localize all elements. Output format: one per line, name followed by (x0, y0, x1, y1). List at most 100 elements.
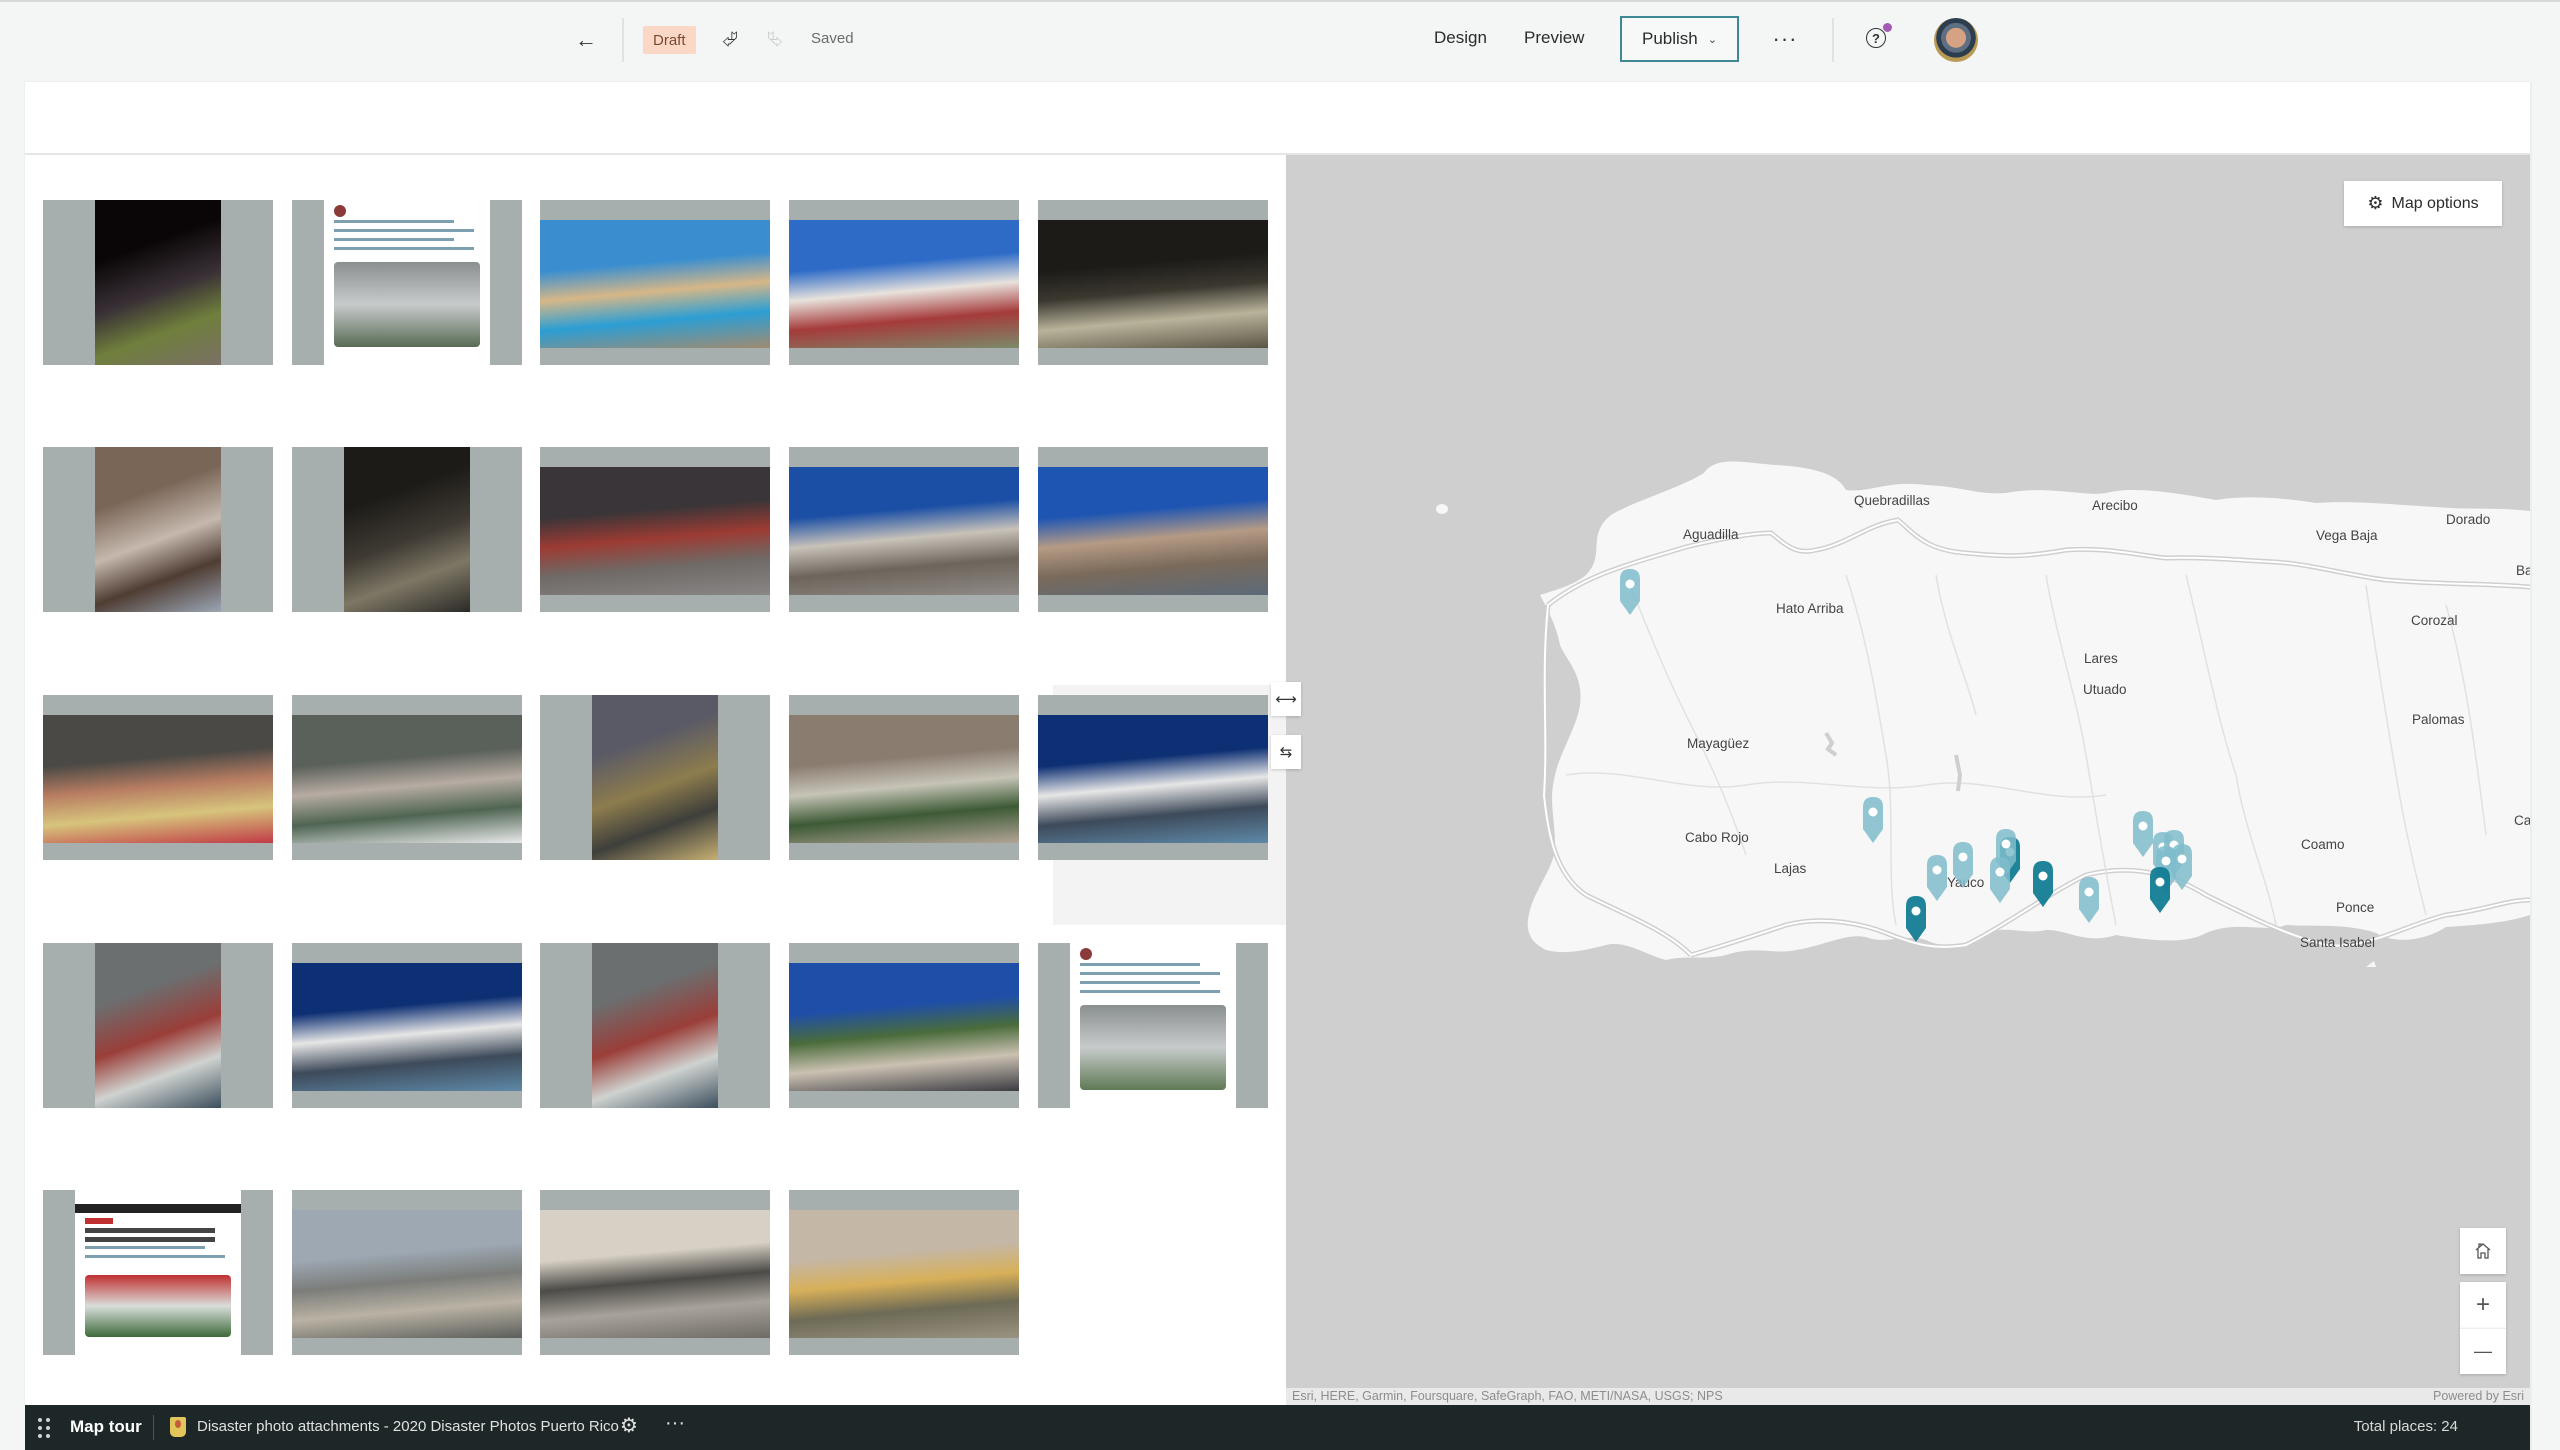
more-options-button[interactable]: ··· (1768, 22, 1802, 56)
powered-by-esri[interactable]: Powered by Esri (2433, 1388, 2524, 1405)
thumbnail-image (1070, 943, 1236, 1108)
media-thumbnail[interactable] (292, 200, 522, 365)
thumbnail-image (95, 447, 221, 612)
map-pin[interactable] (1863, 797, 1883, 843)
map-pin[interactable] (2172, 844, 2192, 890)
gear-icon: ⚙ (620, 1415, 638, 1437)
footer-divider (153, 1415, 154, 1440)
text-line (1080, 981, 1200, 984)
map-pins (1620, 569, 2192, 942)
block-title: Map tour (70, 1417, 142, 1436)
thumbnail-image (95, 943, 221, 1108)
thumbnail-image (540, 467, 770, 595)
text-line (85, 1246, 205, 1249)
preview-button[interactable]: Preview (1524, 28, 1584, 48)
back-button[interactable]: ← (570, 24, 602, 56)
thumbnail-image (540, 220, 770, 348)
thumbnail-image (1038, 220, 1268, 348)
map-pin[interactable] (1620, 569, 1640, 615)
thumbnail-image (1038, 467, 1268, 595)
redo-button[interactable]: ⮱ (759, 24, 791, 56)
tweet-avatar (1080, 948, 1092, 960)
map-pin[interactable] (2150, 867, 2170, 913)
settings-button[interactable]: ⚙ (620, 1413, 638, 1438)
map-pin[interactable] (2033, 861, 2053, 907)
text-line (334, 229, 474, 232)
thumbnail-image (292, 715, 522, 843)
layer-name[interactable]: Disaster photo attachments - 2020 Disast… (197, 1418, 619, 1435)
text-line (334, 247, 474, 250)
map-view[interactable]: Quebradillas Arecibo Aguadilla Vega Baja Dor… (1286, 155, 2530, 1405)
map-pin[interactable] (2079, 877, 2099, 923)
media-thumbnail[interactable] (789, 1190, 1019, 1355)
panel-title-area (25, 82, 2530, 155)
map-options-label: Map options (2391, 194, 2479, 212)
map-pin[interactable] (1990, 857, 2010, 903)
zoom-in-button[interactable]: + (2460, 1282, 2506, 1328)
drag-handle-icon[interactable] (38, 1418, 50, 1438)
gear-icon: ⚙ (2367, 193, 2384, 213)
map-pin[interactable] (1953, 842, 1973, 888)
media-thumbnail[interactable] (292, 943, 522, 1108)
text-line (85, 1255, 225, 1258)
media-thumbnail[interactable] (43, 1190, 273, 1355)
thumbnail-image (95, 200, 221, 365)
footer-more-button[interactable]: ··· (665, 1412, 685, 1435)
design-button[interactable]: Design (1434, 28, 1487, 48)
media-thumbnail[interactable] (43, 447, 273, 612)
media-thumbnail[interactable] (292, 447, 522, 612)
text-line (1080, 990, 1220, 993)
thumbnail-image (43, 715, 273, 843)
right-rail (2530, 82, 2560, 1450)
media-thumbnail[interactable] (292, 1190, 522, 1355)
media-thumbnail[interactable] (789, 447, 1019, 612)
zoom-out-button[interactable]: — (2460, 1328, 2506, 1374)
news-navbar (75, 1204, 241, 1213)
media-thumbnail[interactable] (540, 200, 770, 365)
media-thumbnail[interactable] (292, 695, 522, 860)
thumbnail-image (344, 447, 470, 612)
save-status: Saved (811, 30, 854, 47)
home-button[interactable] (2460, 1228, 2506, 1274)
media-thumbnail[interactable] (1038, 943, 1268, 1108)
swap-arrows-icon: ⇆ (1279, 744, 1293, 761)
media-thumbnail[interactable] (1038, 695, 1268, 860)
swap-panels-button[interactable]: ⇆ (1271, 735, 1301, 769)
map-pin[interactable] (2133, 811, 2153, 857)
media-thumbnail[interactable] (43, 200, 273, 365)
media-thumbnail[interactable] (540, 1190, 770, 1355)
text-line (1080, 972, 1220, 975)
media-thumbnail[interactable] (43, 695, 273, 860)
media-thumbnail[interactable] (540, 695, 770, 860)
media-thumbnail[interactable] (540, 447, 770, 612)
media-thumbnail[interactable] (43, 943, 273, 1108)
map-pin[interactable] (1906, 896, 1926, 942)
text-line (1080, 963, 1200, 966)
expand-panel-button[interactable]: ⟷ (1271, 682, 1301, 716)
media-thumbnail[interactable] (789, 200, 1019, 365)
avatar[interactable] (1934, 18, 1978, 62)
thumbnail-image (789, 963, 1019, 1091)
map-tour-footer: Map tour Disaster photo attachments - 20… (25, 1405, 2530, 1450)
header-divider (1832, 18, 1834, 62)
news-tag (85, 1218, 113, 1224)
chevron-down-icon: ⌄ (1707, 33, 1717, 46)
media-thumbnail[interactable] (1038, 200, 1268, 365)
status-badge: Draft (643, 26, 696, 54)
undo-button[interactable]: ⮰ (714, 24, 746, 56)
layer-icon (170, 1417, 186, 1437)
text-line (85, 1237, 215, 1242)
media-thumbnail[interactable] (789, 943, 1019, 1108)
help-icon[interactable]: ? (1866, 23, 1892, 48)
publish-button[interactable]: Publish ⌄ (1620, 16, 1739, 62)
media-thumbnail[interactable] (1038, 447, 1268, 612)
tweet-avatar (334, 205, 346, 217)
map-options-button[interactable]: ⚙ Map options (2344, 181, 2502, 226)
media-thumbnail[interactable] (789, 695, 1019, 860)
redo-icon: ⮱ (767, 28, 783, 51)
media-thumbnail[interactable] (540, 943, 770, 1108)
attribution-text: Esri, HERE, Garmin, Foursquare, SafeGrap… (1292, 1389, 1723, 1403)
thumbnail-image (292, 963, 522, 1091)
thumbnail-image (1038, 715, 1268, 843)
map-pin[interactable] (1927, 855, 1947, 901)
